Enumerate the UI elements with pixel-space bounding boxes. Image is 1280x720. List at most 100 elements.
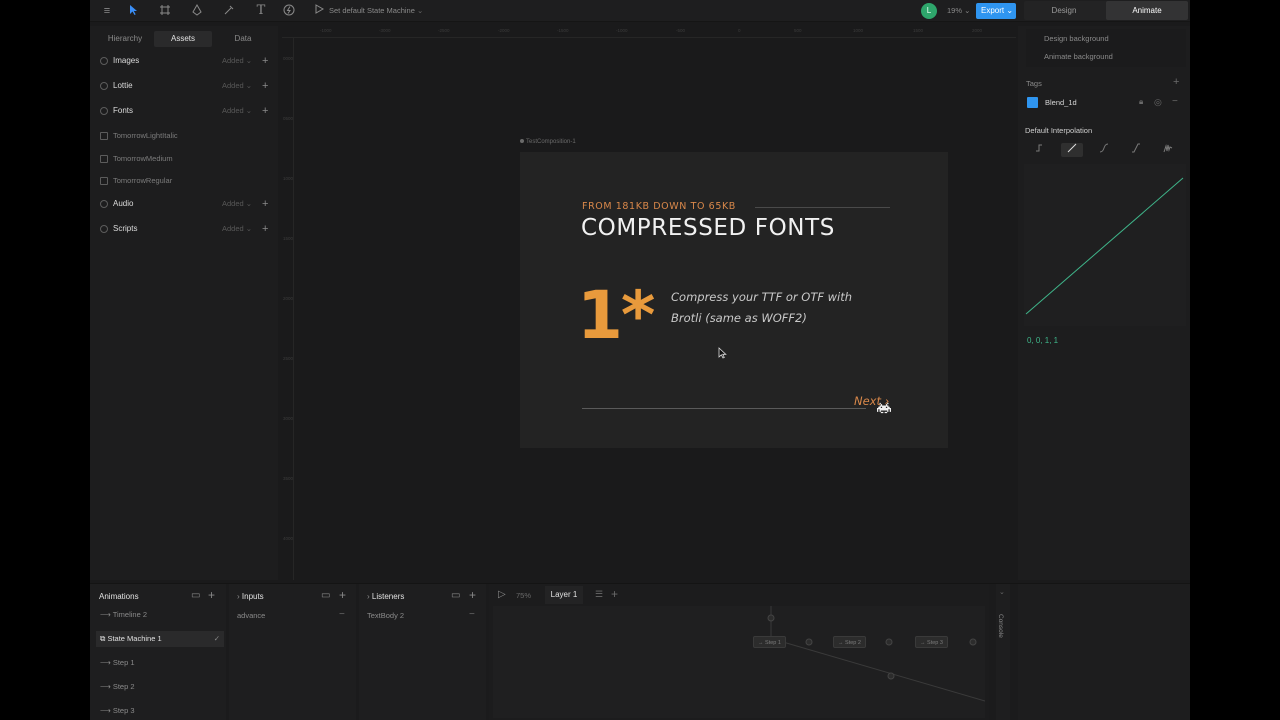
play-icon[interactable]: ▷ xyxy=(498,589,506,600)
scripts-status: Added xyxy=(222,224,244,233)
interpolation-curve-editor[interactable] xyxy=(1024,164,1186,326)
listener-item[interactable]: TextBody 2 xyxy=(367,611,404,620)
lottie-section[interactable]: Lottie Added ⌄ + xyxy=(100,79,272,93)
state-node[interactable]: → Step 1 xyxy=(753,636,786,648)
add-animation-icon[interactable]: + xyxy=(208,588,215,602)
add-font-icon[interactable]: + xyxy=(262,104,268,118)
state-node-label: Step 3 xyxy=(927,640,943,646)
chevron-down-icon xyxy=(100,107,108,115)
lock-icon[interactable]: 🔒︎ xyxy=(1139,97,1143,107)
tab-assets[interactable]: Assets xyxy=(154,31,212,47)
cubic-interpolation-icon[interactable] xyxy=(1093,143,1115,157)
input-item[interactable]: advance xyxy=(237,611,265,620)
graph-zoom[interactable]: 75% xyxy=(516,591,531,600)
text-tool-icon[interactable]: T xyxy=(254,4,268,18)
zoom-level[interactable]: 19% ⌄ xyxy=(947,6,970,15)
ease-interpolation-icon[interactable] xyxy=(1125,143,1147,157)
state-machine-selector[interactable]: Set default State Machine ⌄ xyxy=(329,6,423,15)
scripts-label: Scripts xyxy=(113,224,138,233)
add-listener-icon[interactable]: + xyxy=(469,588,476,602)
animate-background-option[interactable]: Animate background xyxy=(1044,52,1113,61)
animation-item[interactable]: ⟶ Timeline 2 xyxy=(96,607,224,623)
folder-icon[interactable]: ▭ xyxy=(321,590,330,601)
ruler-tick-label: 2000 xyxy=(283,296,294,301)
export-button[interactable]: Export ⌄ xyxy=(976,3,1016,19)
brush-tool-icon[interactable] xyxy=(222,4,236,18)
lottie-added-dropdown[interactable]: Added ⌄ xyxy=(222,79,252,93)
add-layer-icon[interactable]: + xyxy=(611,587,618,601)
artboard[interactable]: FROM 181KB DOWN TO 65KB COMPRESSED FONTS… xyxy=(520,152,948,448)
add-audio-icon[interactable]: + xyxy=(262,197,268,211)
animate-mode-tab[interactable]: Animate xyxy=(1106,1,1188,20)
design-background-option[interactable]: Design background xyxy=(1044,34,1109,43)
add-input-icon[interactable]: + xyxy=(339,588,346,602)
menu-icon[interactable]: ≡ xyxy=(100,4,114,18)
add-tag-icon[interactable]: + xyxy=(1173,76,1179,88)
state-machine-graph[interactable]: ▷ 75% Layer 1 ☰ + → Step 1 → Step 2 → St… xyxy=(489,584,989,720)
add-lottie-icon[interactable]: + xyxy=(262,79,268,93)
animation-item[interactable]: ⟶ Step 1 xyxy=(96,655,224,671)
stage-canvas[interactable]: -1000 -3000 -2500 -2000 -1500 -1000 -500… xyxy=(282,26,1016,580)
ruler-tick-label: 1500 xyxy=(913,28,924,33)
ruler-tick-label: 0500 xyxy=(283,116,294,121)
audio-section[interactable]: Audio Added ⌄ + xyxy=(100,197,272,211)
ruler-tick-label: -2500 xyxy=(438,28,450,33)
layer-tab[interactable]: Layer 1 xyxy=(545,586,583,604)
bottom-right-empty xyxy=(1018,584,1190,720)
elastic-interpolation-icon[interactable] xyxy=(1157,143,1179,157)
linear-interpolation-icon[interactable] xyxy=(1061,143,1083,157)
target-icon[interactable]: ◎ xyxy=(1154,97,1162,108)
artboard-name[interactable]: TestComposition-1 xyxy=(520,139,576,145)
select-tool-icon[interactable] xyxy=(126,4,140,18)
fonts-added-dropdown[interactable]: Added ⌄ xyxy=(222,104,252,118)
interpolation-curve xyxy=(1025,177,1184,315)
artboard-dot-icon xyxy=(520,139,524,143)
remove-tag-icon[interactable]: − xyxy=(1172,96,1178,107)
images-section[interactable]: Images Added ⌄ + xyxy=(100,54,272,68)
play-icon[interactable] xyxy=(312,4,326,18)
ruler-tick-label: 3000 xyxy=(283,416,294,421)
remove-listener-icon[interactable]: − xyxy=(469,609,475,620)
add-image-icon[interactable]: + xyxy=(262,54,268,68)
folder-icon[interactable]: ▭ xyxy=(451,590,460,601)
font-item-label: TomorrowMedium xyxy=(113,154,173,163)
fonts-section[interactable]: Fonts Added ⌄ + xyxy=(100,104,272,118)
add-script-icon[interactable]: + xyxy=(262,222,268,236)
animation-item-label: Step 1 xyxy=(112,658,135,667)
artboard-title: COMPRESSED FONTS xyxy=(581,215,835,241)
left-panel-tabs: Hierarchy Assets Data xyxy=(96,31,273,47)
audio-added-dropdown[interactable]: Added ⌄ xyxy=(222,197,252,211)
state-node[interactable]: → Step 3 xyxy=(915,636,948,648)
scripts-section[interactable]: Scripts Added ⌄ + xyxy=(100,222,272,236)
images-added-dropdown[interactable]: Added ⌄ xyxy=(222,54,252,68)
remove-input-icon[interactable]: − xyxy=(339,609,345,620)
chevron-down-icon xyxy=(100,82,108,90)
folder-icon[interactable]: ▭ xyxy=(191,590,200,601)
animation-item-selected[interactable]: ⧉ State Machine 1 ✓ xyxy=(96,631,224,647)
scripts-added-dropdown[interactable]: Added ⌄ xyxy=(222,222,252,236)
timeline-icon: ⟶ xyxy=(100,658,113,667)
animation-item[interactable]: ⟶ Step 3 xyxy=(96,703,224,719)
console-toggle[interactable]: ⌄ Console xyxy=(996,584,1010,720)
artboard-tool-icon[interactable] xyxy=(158,4,172,18)
tab-data[interactable]: Data xyxy=(214,31,272,47)
chevron-down-icon: ⌄ xyxy=(1006,6,1014,15)
bolt-tool-icon[interactable] xyxy=(282,4,296,18)
state-node[interactable]: → Step 2 xyxy=(833,636,866,648)
design-mode-tab[interactable]: Design xyxy=(1024,1,1104,20)
tab-hierarchy[interactable]: Hierarchy xyxy=(96,31,154,47)
avatar[interactable]: L xyxy=(921,3,937,19)
pen-tool-icon[interactable] xyxy=(190,3,204,18)
animation-item[interactable]: ⟶ Step 2 xyxy=(96,679,224,695)
ruler-tick-label: 2000 xyxy=(972,28,983,33)
inputs-heading-label: Inputs xyxy=(241,592,264,601)
graph-area[interactable]: → Step 1 → Step 2 → Step 3 xyxy=(493,606,985,718)
artboard-subtitle: FROM 181KB DOWN TO 65KB xyxy=(582,201,736,212)
tag-color-swatch[interactable] xyxy=(1027,97,1038,108)
chevron-down-icon xyxy=(100,225,108,233)
audio-status: Added xyxy=(222,199,244,208)
ruler-tick-label: -1000 xyxy=(320,28,332,33)
list-icon[interactable]: ☰ xyxy=(595,589,603,600)
tag-name[interactable]: Blend_1d xyxy=(1045,98,1077,107)
hold-interpolation-icon[interactable] xyxy=(1028,143,1050,157)
